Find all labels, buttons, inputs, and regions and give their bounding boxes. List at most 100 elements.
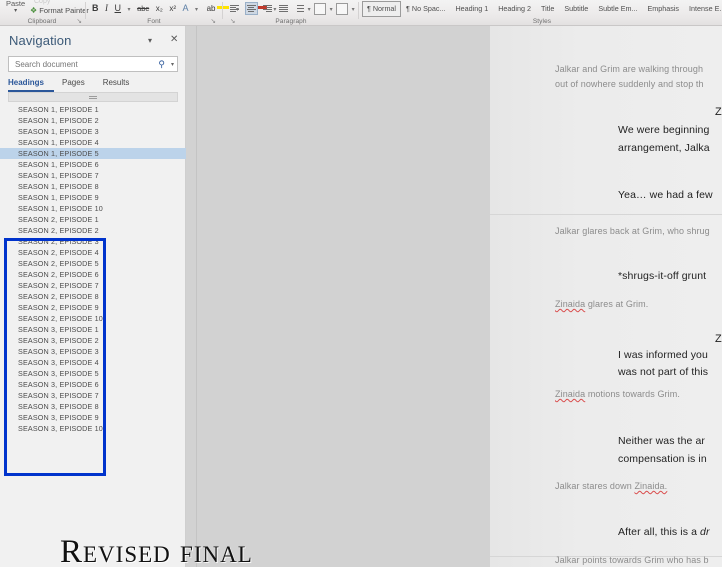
ribbon-toolbar: Copy Paste ▾ ❖ Format Painter Clipboard … bbox=[0, 0, 722, 26]
style-chip[interactable]: ¶ Normal bbox=[362, 1, 402, 17]
heading-list-item[interactable]: SEASON 3, EPISODE 7 bbox=[0, 390, 186, 401]
heading-list-item[interactable]: SEASON 1, EPISODE 9 bbox=[0, 192, 186, 203]
search-icon[interactable]: ⚲ bbox=[158, 59, 165, 70]
align-center-button[interactable] bbox=[244, 2, 258, 16]
style-chip[interactable]: Title bbox=[536, 1, 559, 17]
word-window: Copy Paste ▾ ❖ Format Painter Clipboard … bbox=[0, 0, 722, 567]
document-page[interactable]: Jalkar and Grim are walking through out o… bbox=[490, 26, 722, 567]
paragraph-group-label: Paragraph bbox=[275, 18, 307, 25]
navigation-pane: Navigation ▾ ✕ ⚲ ▾ HeadingsPagesResults … bbox=[0, 26, 186, 567]
heading-list-item[interactable]: SEASON 1, EPISODE 5 bbox=[0, 148, 186, 159]
heading-list-item[interactable]: SEASON 1, EPISODE 4 bbox=[0, 137, 186, 148]
dialogue-emphasis: dr bbox=[700, 526, 710, 538]
heading-list-item[interactable]: SEASON 2, EPISODE 7 bbox=[0, 280, 186, 291]
styles-group-label: Styles bbox=[532, 18, 552, 25]
underline-chevron-down-icon[interactable]: ▾ bbox=[126, 3, 133, 17]
navigation-tabs: Headings Pages Results bbox=[8, 78, 147, 92]
misspelled-word: Zinaida bbox=[555, 299, 586, 309]
script-action-line: Zinaida glares at Grim. bbox=[555, 299, 648, 309]
borders-button[interactable] bbox=[336, 2, 349, 15]
styles-gallery[interactable]: ¶ Normal ¶ No Spac... Heading 1 Heading 2 Ti… bbox=[362, 1, 722, 19]
heading-list-item[interactable]: SEASON 2, EPISODE 10 bbox=[0, 313, 186, 324]
heading-list-item[interactable]: SEASON 2, EPISODE 3 bbox=[0, 236, 186, 247]
style-chip[interactable]: Intense E... bbox=[684, 1, 722, 17]
shading-button[interactable] bbox=[314, 2, 327, 15]
headings-scroll-thumb[interactable] bbox=[8, 92, 178, 102]
align-left-button[interactable] bbox=[229, 3, 240, 14]
line-spacing-chevron-down-icon[interactable]: ▾ bbox=[308, 7, 311, 13]
superscript-button[interactable]: x² bbox=[167, 2, 178, 16]
style-chip[interactable]: ¶ No Spac... bbox=[401, 1, 450, 17]
borders-chevron-down-icon[interactable]: ▾ bbox=[352, 7, 355, 13]
heading-list-item[interactable]: SEASON 1, EPISODE 2 bbox=[0, 115, 186, 126]
script-dialogue-line: We were beginning bbox=[618, 124, 710, 136]
navigation-tab[interactable]: Pages bbox=[62, 78, 95, 90]
copy-button[interactable]: Copy bbox=[34, 0, 50, 5]
navigation-tab[interactable]: Results bbox=[103, 78, 140, 90]
subscript-button[interactable]: x₂ bbox=[154, 2, 165, 16]
search-input[interactable] bbox=[13, 59, 157, 70]
heading-list-item[interactable]: SEASON 1, EPISODE 7 bbox=[0, 170, 186, 181]
heading-list-item[interactable]: SEASON 2, EPISODE 6 bbox=[0, 269, 186, 280]
heading-list-item[interactable]: SEASON 2, EPISODE 4 bbox=[0, 247, 186, 258]
shading-chevron-down-icon[interactable]: ▾ bbox=[330, 7, 333, 13]
chevron-down-icon[interactable]: ▾ bbox=[6, 7, 25, 16]
heading-list-item[interactable]: SEASON 2, EPISODE 8 bbox=[0, 291, 186, 302]
script-dialogue-line: Yea… we had a few bbox=[618, 189, 713, 201]
heading-list-item[interactable]: SEASON 2, EPISODE 1 bbox=[0, 214, 186, 225]
script-dialogue-line: I was informed you bbox=[618, 349, 708, 361]
heading-list-item[interactable]: SEASON 1, EPISODE 3 bbox=[0, 126, 186, 137]
search-box[interactable]: ⚲ ▾ bbox=[8, 56, 178, 72]
clipboard-group-label: Clipboard bbox=[27, 18, 57, 25]
heading-list-item[interactable]: SEASON 3, EPISODE 3 bbox=[0, 346, 186, 357]
close-icon[interactable]: ✕ bbox=[170, 34, 178, 45]
paragraph-separator bbox=[490, 214, 722, 215]
format-painter-button[interactable]: ❖ Format Painter bbox=[30, 6, 89, 15]
heading-list-item[interactable]: SEASON 2, EPISODE 9 bbox=[0, 302, 186, 313]
strikethrough-button[interactable]: abc bbox=[135, 2, 151, 16]
chevron-down-icon[interactable]: ▾ bbox=[148, 36, 152, 45]
heading-list-item[interactable]: SEASON 1, EPISODE 10 bbox=[0, 203, 186, 214]
heading-list-item[interactable]: SEASON 3, EPISODE 1 bbox=[0, 324, 186, 335]
line-spacing-button[interactable] bbox=[293, 3, 305, 14]
heading-list-item[interactable]: SEASON 3, EPISODE 9 bbox=[0, 412, 186, 423]
ribbon-group-paragraph: ▾ ▾ ▾ Paragraph ↘ bbox=[228, 0, 355, 25]
heading-list-item[interactable]: SEASON 3, EPISODE 5 bbox=[0, 368, 186, 379]
style-chip[interactable]: Heading 2 bbox=[493, 1, 536, 17]
paintbrush-icon: ❖ bbox=[30, 6, 38, 15]
align-right-button[interactable] bbox=[262, 3, 273, 14]
underline-button[interactable]: U bbox=[113, 1, 124, 15]
highlight-glyph: ab bbox=[206, 4, 216, 13]
heading-list-item[interactable]: SEASON 3, EPISODE 6 bbox=[0, 379, 186, 390]
heading-list-item[interactable]: SEASON 3, EPISODE 2 bbox=[0, 335, 186, 346]
text-effects-button[interactable]: A bbox=[181, 1, 191, 15]
font-dialog-launcher-icon[interactable]: ↘ bbox=[211, 17, 216, 25]
script-action-line: out of nowhere suddenly and stop th bbox=[555, 79, 704, 89]
clipboard-dialog-launcher-icon[interactable]: ↘ bbox=[77, 17, 82, 25]
heading-list-item[interactable]: SEASON 1, EPISODE 8 bbox=[0, 181, 186, 192]
font-group-label: Font bbox=[147, 18, 161, 25]
misspelled-word: Zinaida. bbox=[634, 481, 668, 491]
paragraph-dialog-launcher-icon[interactable]: ↘ bbox=[230, 17, 235, 25]
heading-list-item[interactable]: SEASON 2, EPISODE 5 bbox=[0, 258, 186, 269]
search-options-chevron-down-icon[interactable]: ▾ bbox=[171, 61, 174, 68]
text-effects-chevron-down-icon[interactable]: ▾ bbox=[193, 3, 200, 17]
heading-list-item[interactable]: SEASON 1, EPISODE 1 bbox=[0, 104, 186, 115]
heading-list-item[interactable]: SEASON 3, EPISODE 8 bbox=[0, 401, 186, 412]
script-character-name: Z bbox=[715, 333, 722, 345]
italic-button[interactable]: I bbox=[103, 1, 110, 15]
paste-button[interactable]: Paste ▾ bbox=[6, 0, 25, 16]
style-chip[interactable]: Subtitle bbox=[559, 1, 593, 17]
bold-button[interactable]: B bbox=[90, 1, 101, 15]
heading-list-item[interactable]: SEASON 3, EPISODE 10 bbox=[0, 423, 186, 434]
heading-list-item[interactable]: SEASON 3, EPISODE 4 bbox=[0, 357, 186, 368]
heading-list-item[interactable]: SEASON 1, EPISODE 6 bbox=[0, 159, 186, 170]
style-chip[interactable]: Subtle Em... bbox=[593, 1, 642, 17]
style-chip[interactable]: Heading 1 bbox=[450, 1, 493, 17]
style-chip[interactable]: Emphasis bbox=[642, 1, 684, 17]
justify-button[interactable] bbox=[278, 3, 289, 14]
navigation-pane-title: Navigation bbox=[9, 33, 72, 48]
heading-list-item[interactable]: SEASON 2, EPISODE 2 bbox=[0, 225, 186, 236]
navigation-tab[interactable]: Headings bbox=[8, 78, 55, 92]
page-edge-divider bbox=[196, 26, 197, 567]
